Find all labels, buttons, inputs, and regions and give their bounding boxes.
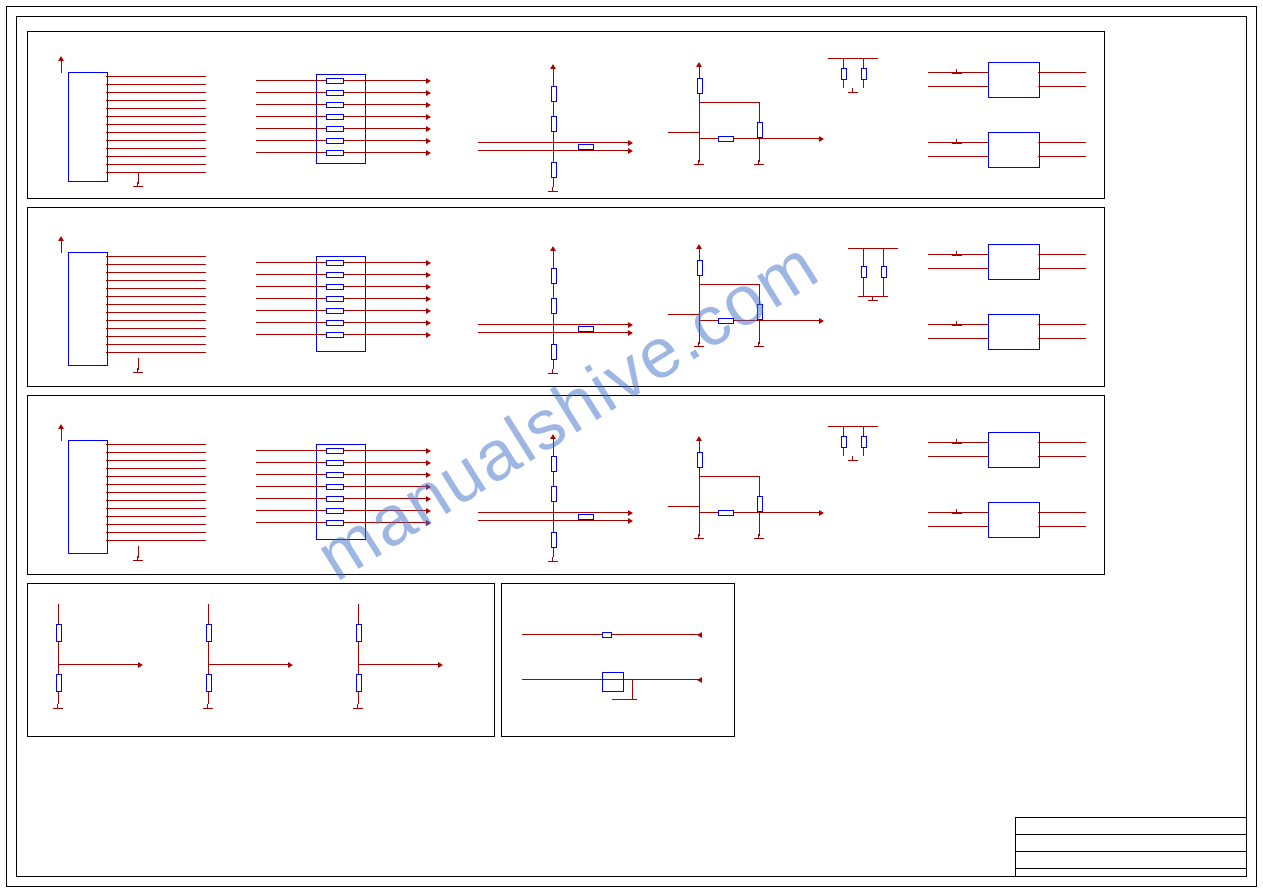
net-port-icon bbox=[426, 308, 431, 314]
resistor bbox=[718, 136, 734, 142]
net-port-icon bbox=[628, 510, 633, 516]
ground-icon bbox=[353, 704, 363, 712]
ground-icon bbox=[754, 534, 764, 542]
capacitor bbox=[841, 436, 847, 448]
ground-icon bbox=[848, 456, 858, 464]
ground-icon bbox=[694, 534, 704, 542]
ic-block bbox=[988, 314, 1040, 350]
resistor bbox=[551, 116, 557, 132]
net-port-icon bbox=[426, 272, 431, 278]
capacitor bbox=[861, 68, 867, 80]
net-port-icon bbox=[438, 662, 443, 668]
ground-icon bbox=[952, 439, 962, 447]
schematic-page: /* connector pins */ bbox=[0, 0, 1263, 893]
net-port-icon bbox=[426, 138, 431, 144]
resistor bbox=[697, 78, 703, 94]
net-port-icon bbox=[426, 448, 431, 454]
net-port-icon bbox=[426, 472, 431, 478]
resistor bbox=[551, 162, 557, 178]
net-port-icon bbox=[426, 114, 431, 120]
ground-icon bbox=[868, 296, 878, 304]
net-port-icon bbox=[628, 148, 633, 154]
ground-icon bbox=[548, 369, 558, 377]
net-port-icon bbox=[426, 320, 431, 326]
net-port-icon bbox=[426, 484, 431, 490]
ground-icon bbox=[952, 69, 962, 77]
ground-icon bbox=[754, 160, 764, 168]
capacitor bbox=[861, 436, 867, 448]
drawing-frame: /* connector pins */ bbox=[16, 16, 1247, 877]
ground-icon bbox=[754, 342, 764, 350]
net-port-icon bbox=[426, 332, 431, 338]
schematic-row-3 bbox=[27, 395, 1105, 575]
net-port-icon bbox=[426, 126, 431, 132]
net-port-icon bbox=[426, 296, 431, 302]
net-port-icon bbox=[426, 520, 431, 526]
title-row bbox=[1016, 869, 1246, 885]
net-port-icon bbox=[426, 284, 431, 290]
capacitor bbox=[861, 266, 867, 278]
ic-block bbox=[988, 502, 1040, 538]
net-port-icon bbox=[628, 140, 633, 146]
bottom-block-pullups bbox=[27, 583, 495, 737]
net-port-icon bbox=[426, 496, 431, 502]
ic-block bbox=[988, 432, 1040, 468]
ground-icon bbox=[133, 182, 143, 190]
connector-j1 bbox=[68, 72, 108, 182]
ground-icon bbox=[548, 557, 558, 565]
resistor bbox=[757, 122, 763, 138]
net-port-icon bbox=[697, 632, 702, 638]
title-row bbox=[1016, 852, 1246, 869]
ground-icon bbox=[952, 509, 962, 517]
net-port-icon bbox=[819, 318, 824, 324]
ground-icon bbox=[848, 88, 858, 96]
ic-block bbox=[988, 62, 1040, 98]
resistor bbox=[578, 144, 594, 150]
title-row bbox=[1016, 835, 1246, 852]
net-port-icon bbox=[426, 460, 431, 466]
schematic-row-1: /* connector pins */ bbox=[27, 31, 1105, 199]
ground-icon bbox=[548, 187, 558, 195]
ground-icon bbox=[952, 139, 962, 147]
net-port-icon bbox=[426, 102, 431, 108]
net-port-icon bbox=[426, 90, 431, 96]
net-port-icon bbox=[628, 322, 633, 328]
net-port-icon bbox=[426, 150, 431, 156]
resistor bbox=[551, 86, 557, 102]
bottom-block-switch bbox=[501, 583, 735, 737]
ground-icon bbox=[694, 160, 704, 168]
net-port-icon bbox=[697, 677, 702, 683]
title-row bbox=[1016, 818, 1246, 835]
ground-icon bbox=[952, 321, 962, 329]
ground-icon bbox=[53, 704, 63, 712]
net-port-icon bbox=[138, 662, 143, 668]
ground-icon bbox=[694, 342, 704, 350]
net-port-icon bbox=[426, 260, 431, 266]
capacitor bbox=[602, 632, 612, 638]
net-port-icon bbox=[628, 518, 633, 524]
schematic-row-2 bbox=[27, 207, 1105, 387]
ground-icon bbox=[203, 704, 213, 712]
capacitor bbox=[841, 68, 847, 80]
net-port-icon bbox=[819, 510, 824, 516]
ground-icon bbox=[133, 368, 143, 376]
net-port-icon bbox=[819, 136, 824, 142]
net-port-icon bbox=[288, 662, 293, 668]
connector-j3 bbox=[68, 440, 108, 554]
ground-icon bbox=[952, 251, 962, 259]
net-port-icon bbox=[426, 508, 431, 514]
mosfet bbox=[602, 672, 624, 692]
capacitor bbox=[881, 266, 887, 278]
ground-icon bbox=[133, 556, 143, 564]
ic-block bbox=[988, 244, 1040, 280]
ic-block bbox=[988, 132, 1040, 168]
net-port-icon bbox=[426, 78, 431, 84]
connector-j2 bbox=[68, 252, 108, 366]
title-block bbox=[1015, 817, 1246, 876]
net-port-icon bbox=[628, 330, 633, 336]
